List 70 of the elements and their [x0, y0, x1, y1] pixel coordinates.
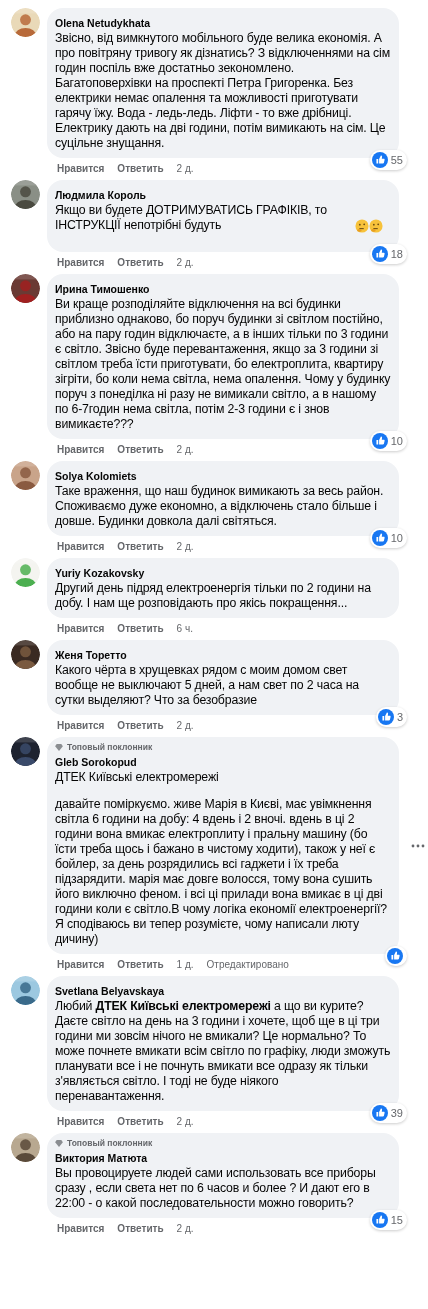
diamond-icon: [55, 1139, 63, 1147]
comment-text: Любий ДТЕК Київські електромережі а що ви курите? Даєте світло на день на 3 години і хочете, щоб ще в ці три години ми зовсім нічого не вмикали? Це нормально? То може почнете вмикати всім світло по графіку, люди зможуть планувати все і не почнуть вмикати все одразу як тільки з'являється світло. І тоді не буде ніякого перенавантаження.: [55, 999, 391, 1104]
comment-time[interactable]: 2 д.: [176, 1115, 194, 1128]
comment-time[interactable]: 2 д.: [176, 443, 194, 456]
like-link[interactable]: Нравится: [57, 443, 105, 456]
like-link[interactable]: Нравится: [57, 622, 105, 635]
like-link[interactable]: Нравится: [57, 256, 105, 269]
reply-link[interactable]: Ответить: [117, 1222, 164, 1235]
author-name[interactable]: Gleb Sorokopud: [55, 756, 137, 769]
reply-link[interactable]: Ответить: [117, 719, 164, 732]
author-name[interactable]: Женя Торетто: [55, 649, 127, 662]
reaction-count[interactable]: 3: [375, 707, 407, 727]
like-link[interactable]: Нравится: [57, 958, 105, 971]
reaction-count[interactable]: 39: [369, 1103, 407, 1123]
reply-link[interactable]: Ответить: [117, 1115, 164, 1128]
reply-link[interactable]: Ответить: [117, 540, 164, 553]
like-link[interactable]: Нравится: [57, 719, 105, 732]
like-icon: [387, 948, 403, 964]
comment-text: Вы провоцируете людей сами использовать все приборы сразу , если света нет по 6 часов и более ? И дают его в 22:00 - о какой последовательности можно говорить?: [55, 1166, 377, 1211]
like-icon: [371, 433, 388, 449]
like-icon: [371, 246, 388, 262]
reaction-count[interactable]: 55: [369, 150, 407, 170]
reaction-count[interactable]: 18: [369, 244, 407, 264]
comment-time[interactable]: 1 д.: [176, 958, 194, 971]
comment-time[interactable]: 2 д.: [176, 540, 194, 553]
fan-label: Топовый поклонник: [67, 742, 153, 752]
author-name[interactable]: Svetlana Belyavskaya: [55, 985, 165, 998]
edited-label: Отредактировано: [206, 958, 289, 971]
comment-text: Якщо ви будете ДОТРИМУВАТИСЬ ГРАФІКІВ, то ІНСТРУКЦІЇ непотрібні будуть: [55, 203, 328, 233]
like-icon: [371, 530, 388, 546]
like-link[interactable]: Нравится: [57, 162, 105, 175]
reaction-count[interactable]: 10: [369, 528, 407, 548]
comment-text: Звісно, від вимкнутого мобільного буде велика економія. А про повітряну тривогу як дізнатись? З відключеннями на сім годин поспіль вже достатньо зекономлено. Багатоповерхівки на проспекті Петра Григоренка. Без електрики немає опалення та можливості приготувати гарячу їжу. Вода - ледь-ледь. Ліфти - то вже дрібниці. Електрику дають на дві години, потім вимикають на сім. Це суцільне знущання.: [55, 31, 391, 151]
reply-link[interactable]: Ответить: [117, 622, 164, 635]
reaction-count[interactable]: 10: [369, 431, 407, 451]
like-icon: [371, 152, 388, 168]
like-link[interactable]: Нравится: [57, 1222, 105, 1235]
comment-time[interactable]: 2 д.: [176, 256, 194, 269]
author-name[interactable]: Виктория Матюта: [55, 1152, 148, 1165]
author-name[interactable]: Olena Netudykhata: [55, 17, 151, 30]
like-link[interactable]: Нравится: [57, 540, 105, 553]
reply-link[interactable]: Ответить: [117, 443, 164, 456]
reply-link[interactable]: Ответить: [117, 162, 164, 175]
comment-time[interactable]: 2 д.: [176, 1222, 194, 1235]
thinking-emoji-icon: [355, 219, 369, 233]
author-name[interactable]: Ирина Тимошенко: [55, 283, 150, 296]
comment-time[interactable]: 2 д.: [176, 719, 194, 732]
author-name[interactable]: Yuriy Kozakovsky: [55, 567, 145, 580]
comment-time[interactable]: 2 д.: [176, 162, 194, 175]
reaction-count[interactable]: [385, 946, 407, 966]
comment-text: давайте поміркуємо. живе Марія в Києві, має увімкнення світла 6 години на добу: 4 вдень і 2 вночі. вдень в ці 2 години вона вмикає електроплиту і пральну машину (бо їсти треба щось і бажано в чистому ходити), також у неї є бойлер, за день розрядились всі гаджети і їх треба підзарядити. марія має довге волосся, тому вона сушить його виключно феном. і всі ці прилади вона вмикає в ці дві години коли є світло.В чому логіка економії електроенергії?Я сподіваюсь ви тепер розумієте, чому написали люту дичину): [55, 797, 388, 947]
thinking-emoji-icon: [369, 219, 383, 233]
reaction-count[interactable]: 15: [369, 1210, 407, 1230]
fan-label: Топовый поклонник: [67, 1138, 153, 1148]
like-link[interactable]: Нравится: [57, 1115, 105, 1128]
reply-link[interactable]: Ответить: [117, 256, 164, 269]
comment-text: ДТЕК Київські електромережі: [55, 770, 220, 785]
comment-text: Ви краще розподіляйте відключення на всі будинки приблизно однаково, бо поруч будинки зі світлом постійно, або на пару годин відключаєте, а в інших тільки по 3 години є світло. Звісно буде перевантаження, якщо за 3 години зі світлом треба їсти приготувати, бо електроплита, квартиру зігріти, бо коли нема світла, нема опалення. Чому у будинку поруч з понеділка ні разу не вимикали світло, а в нашому по 6-7годин нема світла, потім 2-3 години є і знов вимикаєте???: [55, 297, 391, 432]
diamond-icon: [55, 743, 63, 751]
comment-text: Таке враження, що наш будинок вимикають за весь район. Споживаємо дуже економно, а відключень стало більше і довше. Будинки довкола далі світяться.: [55, 484, 385, 529]
like-icon: [371, 1212, 388, 1228]
author-name[interactable]: Людмила Король: [55, 189, 147, 202]
comment-time[interactable]: 6 ч.: [176, 622, 193, 635]
more-options-icon[interactable]: [411, 843, 425, 848]
like-icon: [377, 709, 394, 725]
comment-text: Другий день підряд електроенергія тільки по 2 години на добу. І нам ще розповідають про якісь покращення...: [55, 581, 372, 611]
reply-link[interactable]: Ответить: [117, 958, 164, 971]
like-icon: [371, 1105, 388, 1121]
author-name[interactable]: Solya Kolomiets: [55, 470, 137, 483]
comment-text: Какого чёрта в хрущевках рядом с моим домом свет вообще не выключают 5 дней, а нам свет по 2 часа на сутки выделяют? Что за безобразие: [55, 663, 360, 708]
